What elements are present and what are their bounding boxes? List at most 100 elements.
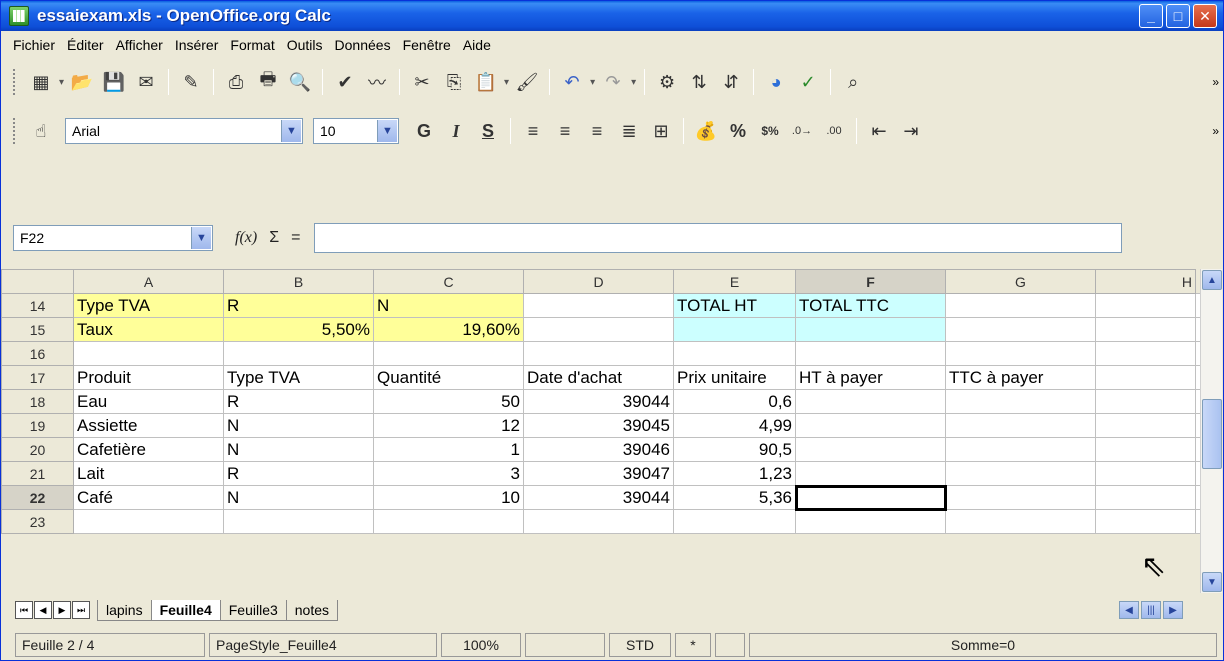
scroll-thumb-h[interactable]: ||| bbox=[1141, 601, 1161, 619]
cell-b22[interactable]: N bbox=[223, 485, 374, 510]
cell-c22[interactable]: 10 bbox=[373, 485, 524, 510]
row-header[interactable]: 14 bbox=[1, 293, 74, 318]
merge-cells-icon[interactable]: ⊞ bbox=[648, 118, 674, 144]
undo-arrow-icon[interactable]: ↶ bbox=[559, 69, 585, 95]
cell-b14[interactable]: R bbox=[223, 293, 374, 318]
cell-g23[interactable] bbox=[945, 509, 1096, 534]
cell-h17[interactable] bbox=[1095, 365, 1196, 390]
cell-a16[interactable] bbox=[73, 341, 224, 366]
cell-b16[interactable] bbox=[223, 341, 374, 366]
formula-input[interactable] bbox=[314, 223, 1123, 253]
cell-f18[interactable] bbox=[795, 389, 946, 414]
cut-scissors-icon[interactable]: ✂ bbox=[409, 69, 435, 95]
row-header[interactable]: 19 bbox=[1, 413, 74, 438]
cell-a23[interactable] bbox=[73, 509, 224, 534]
draw-functions-icon[interactable]: ✓ bbox=[795, 69, 821, 95]
scroll-up-icon[interactable]: ▲ bbox=[1202, 270, 1222, 290]
print-icon[interactable]: 🖶 bbox=[255, 69, 281, 95]
hyperlink-icon[interactable]: ⚙ bbox=[654, 69, 680, 95]
cell-d21[interactable]: 39047 bbox=[523, 461, 674, 486]
cell-d23[interactable] bbox=[523, 509, 674, 534]
cell-f22[interactable] bbox=[794, 484, 947, 511]
decrease-indent-icon[interactable]: ⇤ bbox=[866, 118, 892, 144]
italic-button[interactable]: I bbox=[443, 118, 469, 144]
email-icon[interactable]: ✉ bbox=[133, 69, 159, 95]
underline-button[interactable]: S bbox=[475, 118, 501, 144]
cell-b19[interactable]: N bbox=[223, 413, 374, 438]
menu-inserer[interactable]: Insérer bbox=[175, 37, 219, 53]
sheet-tab-feuille3[interactable]: Feuille3 bbox=[219, 599, 287, 621]
vertical-scrollbar[interactable]: ▲ ▼ bbox=[1200, 269, 1222, 593]
status-page-style[interactable]: PageStyle_Feuille4 bbox=[209, 633, 437, 657]
row-header[interactable]: 23 bbox=[1, 509, 74, 534]
close-button[interactable]: ✕ bbox=[1193, 4, 1217, 28]
cell-d15[interactable] bbox=[523, 317, 674, 342]
increase-indent-icon[interactable]: ⇥ bbox=[898, 118, 924, 144]
open-folder-icon[interactable]: 📂 bbox=[69, 69, 95, 95]
cell-c23[interactable] bbox=[373, 509, 524, 534]
column-header-g[interactable]: G bbox=[945, 269, 1096, 294]
cell-g19[interactable] bbox=[945, 413, 1096, 438]
print-preview-icon[interactable]: 🔍 bbox=[287, 69, 313, 95]
sheet-tab-lapins[interactable]: lapins bbox=[97, 599, 152, 621]
cell-f23[interactable] bbox=[795, 509, 946, 534]
cell-a22[interactable]: Café bbox=[73, 485, 224, 510]
cell-a20[interactable]: Cafetière bbox=[73, 437, 224, 462]
toolbar-grip[interactable] bbox=[13, 69, 17, 95]
cell-h19[interactable] bbox=[1095, 413, 1196, 438]
status-mode[interactable]: STD bbox=[609, 633, 671, 657]
chevron-down-icon[interactable]: ▼ bbox=[377, 120, 397, 142]
menu-afficher[interactable]: Afficher bbox=[116, 37, 163, 53]
cell-e16[interactable] bbox=[673, 341, 796, 366]
cell-a19[interactable]: Assiette bbox=[73, 413, 224, 438]
maximize-button[interactable]: □ bbox=[1166, 4, 1190, 28]
horizontal-scrollbar[interactable]: ◀ ||| ▶ bbox=[1119, 601, 1183, 619]
cell-a21[interactable]: Lait bbox=[73, 461, 224, 486]
cell-e17[interactable]: Prix unitaire bbox=[673, 365, 796, 390]
new-document-icon[interactable]: ▦ bbox=[28, 69, 54, 95]
column-header-h[interactable]: H bbox=[1095, 269, 1196, 294]
toolbar-grip[interactable] bbox=[13, 118, 17, 144]
first-sheet-icon[interactable]: ⏮ bbox=[15, 601, 33, 619]
cell-h14[interactable] bbox=[1095, 293, 1196, 318]
cell-g16[interactable] bbox=[945, 341, 1096, 366]
cell-a14[interactable]: Type TVA bbox=[73, 293, 224, 318]
new-dropdown-icon[interactable]: ▾ bbox=[59, 77, 64, 88]
sheet-tab-feuille4[interactable]: Feuille4 bbox=[150, 599, 221, 621]
cell-c18[interactable]: 50 bbox=[373, 389, 524, 414]
cell-h23[interactable] bbox=[1095, 509, 1196, 534]
cell-e18[interactable]: 0,6 bbox=[673, 389, 796, 414]
cell-d14[interactable] bbox=[523, 293, 674, 318]
column-header-c[interactable]: C bbox=[373, 269, 524, 294]
format-paintbrush-icon[interactable]: 🖌 bbox=[514, 69, 540, 95]
cell-c16[interactable] bbox=[373, 341, 524, 366]
copy-icon[interactable]: ⎘ bbox=[441, 69, 467, 95]
row-header[interactable]: 16 bbox=[1, 341, 74, 366]
cell-c20[interactable]: 1 bbox=[373, 437, 524, 462]
chevron-down-icon[interactable]: ▼ bbox=[191, 227, 211, 249]
scroll-thumb[interactable] bbox=[1202, 399, 1222, 469]
minimize-button[interactable]: _ bbox=[1139, 4, 1163, 28]
cell-g18[interactable] bbox=[945, 389, 1096, 414]
cell-a18[interactable]: Eau bbox=[73, 389, 224, 414]
prev-sheet-icon[interactable]: ◀ bbox=[34, 601, 52, 619]
cell-a17[interactable]: Produit bbox=[73, 365, 224, 390]
paste-icon[interactable]: 📋 bbox=[473, 69, 499, 95]
align-left-icon[interactable]: ≡ bbox=[520, 118, 546, 144]
scroll-left-icon[interactable]: ◀ bbox=[1119, 601, 1139, 619]
sort-ascending-icon[interactable]: ⇅ bbox=[686, 69, 712, 95]
scroll-right-icon[interactable]: ▶ bbox=[1163, 601, 1183, 619]
delete-decimal-icon[interactable]: .00 bbox=[821, 118, 847, 144]
menu-format[interactable]: Format bbox=[230, 37, 274, 53]
row-header[interactable]: 18 bbox=[1, 389, 74, 414]
row-header[interactable]: 21 bbox=[1, 461, 74, 486]
function-wizard-button[interactable]: f(x) bbox=[235, 229, 257, 247]
column-header-a[interactable]: A bbox=[73, 269, 224, 294]
cell-b21[interactable]: R bbox=[223, 461, 374, 486]
cell-b23[interactable] bbox=[223, 509, 374, 534]
menu-editer[interactable]: Éditer bbox=[67, 37, 104, 53]
spellcheck-icon[interactable]: ✔ bbox=[332, 69, 358, 95]
select-all-corner[interactable] bbox=[1, 269, 74, 294]
cell-h16[interactable] bbox=[1095, 341, 1196, 366]
add-decimal-icon[interactable]: .0→ bbox=[789, 118, 815, 144]
